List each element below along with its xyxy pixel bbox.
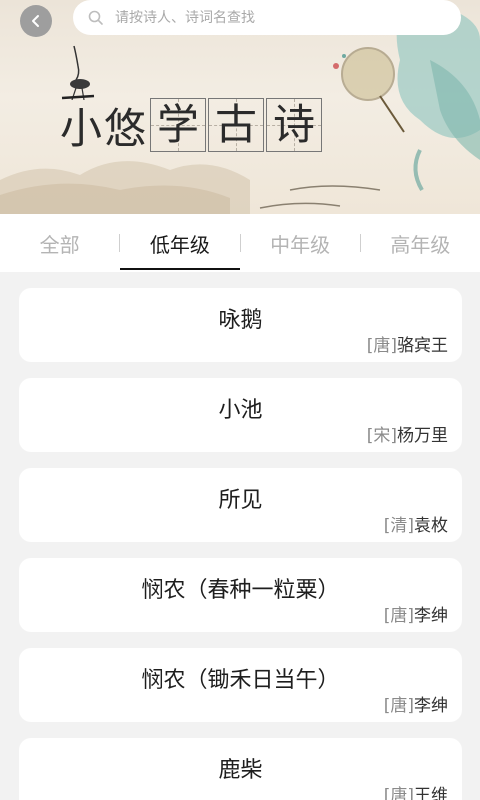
poem-card[interactable]: 悯农（春种一粒粟） [唐]李绅 — [19, 558, 462, 632]
poem-author: [宋]杨万里 — [367, 421, 448, 446]
poem-poet: 李绅 — [414, 606, 448, 626]
poem-poet: 骆宾王 — [397, 336, 448, 356]
tab-middle-grade[interactable]: 中年级 — [241, 214, 360, 272]
poem-author: [清]袁枚 — [384, 511, 448, 536]
poem-author: [唐]王维 — [384, 781, 448, 800]
poem-dynasty: [唐] — [383, 696, 414, 716]
poem-list: 咏鹅 [唐]骆宾王 小池 [宋]杨万里 所见 [清]袁枚 悯农（春种一粒粟） [… — [19, 288, 462, 800]
app-logo: 小悠 学 古 诗 — [60, 98, 323, 153]
poem-card[interactable]: 咏鹅 [唐]骆宾王 — [19, 288, 462, 362]
poem-dynasty: [清] — [383, 516, 414, 536]
chevron-left-icon — [32, 15, 39, 27]
poem-card[interactable]: 悯农（锄禾日当午） [唐]李绅 — [19, 648, 462, 722]
poem-title: 鹿柴 — [218, 758, 263, 783]
poem-title: 小池 — [218, 398, 263, 423]
search-input[interactable] — [115, 9, 461, 26]
poem-dynasty: [宋] — [366, 426, 397, 446]
search-icon — [88, 10, 103, 25]
poem-poet: 袁枚 — [414, 516, 448, 536]
logo-char-box: 诗 — [266, 98, 323, 152]
poem-card[interactable]: 鹿柴 [唐]王维 — [19, 738, 462, 800]
poem-poet: 王维 — [414, 786, 448, 800]
back-button[interactable] — [20, 5, 52, 37]
poem-author: [唐]李绅 — [384, 691, 448, 716]
poem-dynasty: [唐] — [383, 786, 414, 800]
poem-card[interactable]: 小池 [宋]杨万里 — [19, 378, 462, 452]
crane-decoration — [61, 45, 95, 100]
poem-title: 所见 — [218, 488, 263, 513]
poem-author: [唐]骆宾王 — [367, 331, 448, 356]
search-bar[interactable] — [73, 0, 461, 35]
logo-text: 小悠 — [60, 103, 149, 153]
poem-title: 悯农（锄禾日当午） — [141, 668, 340, 693]
poem-dynasty: [唐] — [366, 336, 397, 356]
header-banner: 小悠 学 古 诗 — [0, 0, 480, 214]
tab-lower-grade[interactable]: 低年级 — [120, 214, 240, 272]
tab-upper-grade[interactable]: 高年级 — [361, 214, 480, 272]
poem-card[interactable]: 所见 [清]袁枚 — [19, 468, 462, 542]
poem-poet: 杨万里 — [397, 426, 448, 446]
poem-author: [唐]李绅 — [384, 601, 448, 626]
poem-dynasty: [唐] — [383, 606, 414, 626]
poem-title: 咏鹅 — [218, 308, 263, 333]
tab-all[interactable]: 全部 — [0, 214, 119, 272]
poem-poet: 李绅 — [414, 696, 448, 716]
grade-tabs: 全部 低年级 中年级 高年级 — [0, 214, 480, 272]
logo-char-box: 学 — [150, 98, 207, 152]
logo-char-box: 古 — [208, 98, 265, 152]
poem-title: 悯农（春种一粒粟） — [141, 578, 340, 603]
